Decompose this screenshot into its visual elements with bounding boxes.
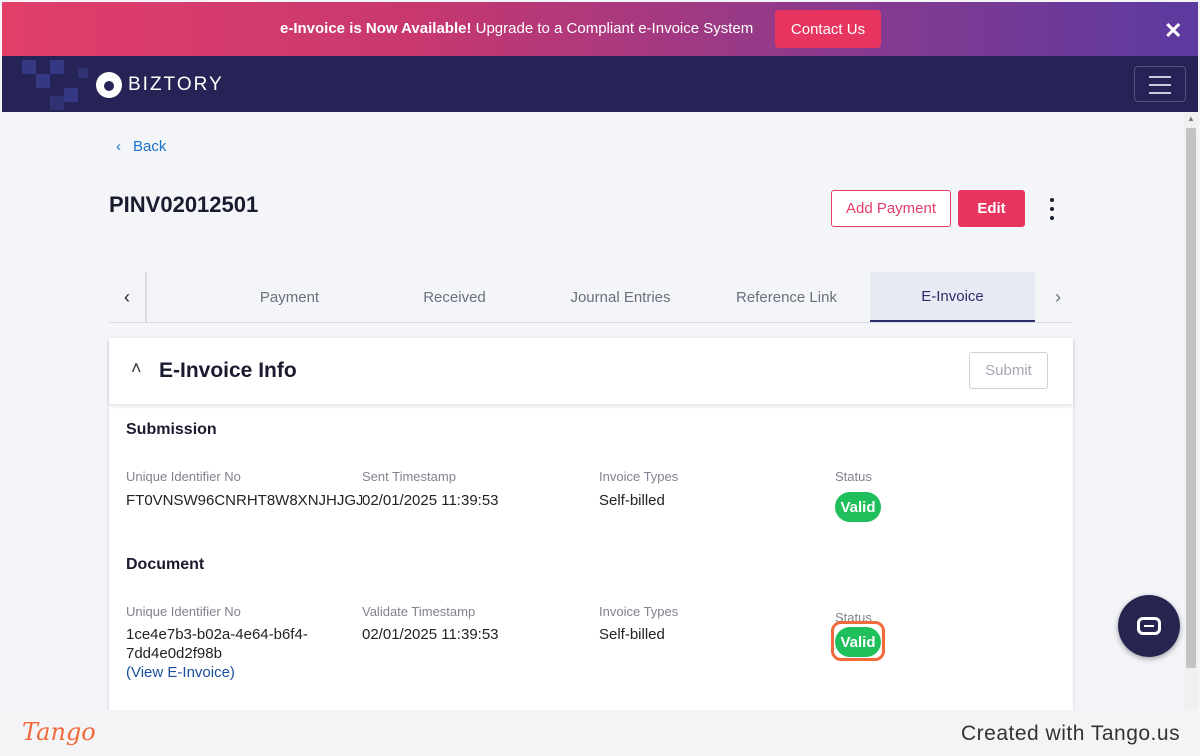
document-uid-line1: 1ce4e7b3-b02a-4e64-b6f4- [126,626,308,643]
scroll-up-icon[interactable]: ▲ [1187,114,1195,123]
tab-journal-entries[interactable]: Journal Entries [538,272,703,322]
card-title: E-Invoice Info [159,359,297,382]
document-type-value: Self-billed [599,626,665,643]
tango-logo: Tango [22,718,96,746]
submission-ts-value: 02/01/2025 11:39:53 [362,491,499,510]
promo-message: Upgrade to a Compliant e-Invoice System [475,20,754,37]
card-header: ˄ E-Invoice Info Submit [109,338,1073,404]
submission-type-label: Invoice Types [599,469,679,484]
chevron-up-icon[interactable]: ˄ [131,358,142,379]
document-ts-label: Validate Timestamp [362,604,476,619]
hamburger-icon [1149,76,1171,78]
submission-uid-value: FT0VNSW96CNRHT8W8XNJHJGJ10 [126,492,381,509]
document-heading: Document [126,556,205,573]
tab-e-invoice[interactable]: E-Invoice [870,272,1035,322]
e-invoice-card: ˄ E-Invoice Info Submit Submission Uniqu… [109,338,1073,718]
submission-heading: Submission [126,421,217,438]
document-uid-line2: 7dd4e0d2f98b [126,645,222,662]
promo-banner: e-Invoice is Now Available! Upgrade to a… [2,2,1198,56]
submission-uid-label: Unique Identifier No [126,469,241,484]
status-badge: Valid [835,492,881,522]
document-type-label: Invoice Types [599,604,679,619]
brand-name: BIZTORY [128,74,224,95]
tango-footer: Tango Created with Tango.us [0,710,1200,756]
chevron-left-icon[interactable]: ‹ [109,272,147,322]
edit-button[interactable]: Edit [958,190,1025,227]
chat-icon [1137,617,1161,635]
tab-bar: ‹ Payment Received Journal Entries Refer… [109,272,1073,323]
click-highlight [831,621,885,661]
chevron-left-icon: ‹ [116,138,121,155]
submission-type-value: Self-billed [599,492,665,509]
close-icon[interactable]: ✕ [1164,18,1182,44]
contact-us-button[interactable]: Contact Us [775,10,881,48]
scroll-thumb[interactable] [1186,128,1196,668]
back-label: Back [133,138,167,155]
submission-status-label: Status [835,469,872,484]
scrollbar[interactable]: ▲ [1184,112,1198,710]
submit-button[interactable]: Submit [969,352,1048,389]
submission-ts-label: Sent Timestamp [362,469,456,484]
top-navbar: BIZTORY [2,56,1198,112]
document-ts-value: 02/01/2025 11:39:53 [362,626,499,643]
promo-text: e-Invoice is Now Available! Upgrade to a… [280,20,753,37]
view-e-invoice-link[interactable]: (View E-Invoice) [126,663,308,682]
promo-bold-text: e-Invoice is Now Available! [280,20,472,37]
document-uid-value: 1ce4e7b3-b02a-4e64-b6f4- 7dd4e0d2f98b (V… [126,625,308,682]
chat-button[interactable] [1118,595,1180,657]
tab-reference-link[interactable]: Reference Link [704,272,869,322]
hamburger-menu-button[interactable] [1134,66,1186,102]
created-with-text: Created with Tango.us [961,722,1181,745]
document-uid-label: Unique Identifier No [126,604,241,619]
chevron-right-icon[interactable]: › [1043,272,1073,322]
page-title: PINV02012501 [109,192,259,217]
logo-icon [96,72,122,98]
more-options-icon[interactable] [1044,198,1060,220]
biztory-logo[interactable]: BIZTORY [96,72,224,98]
tab-payment[interactable]: Payment [207,272,372,322]
add-payment-button[interactable]: Add Payment [831,190,951,227]
tab-received[interactable]: Received [372,272,537,322]
back-link[interactable]: ‹ Back [116,138,166,155]
